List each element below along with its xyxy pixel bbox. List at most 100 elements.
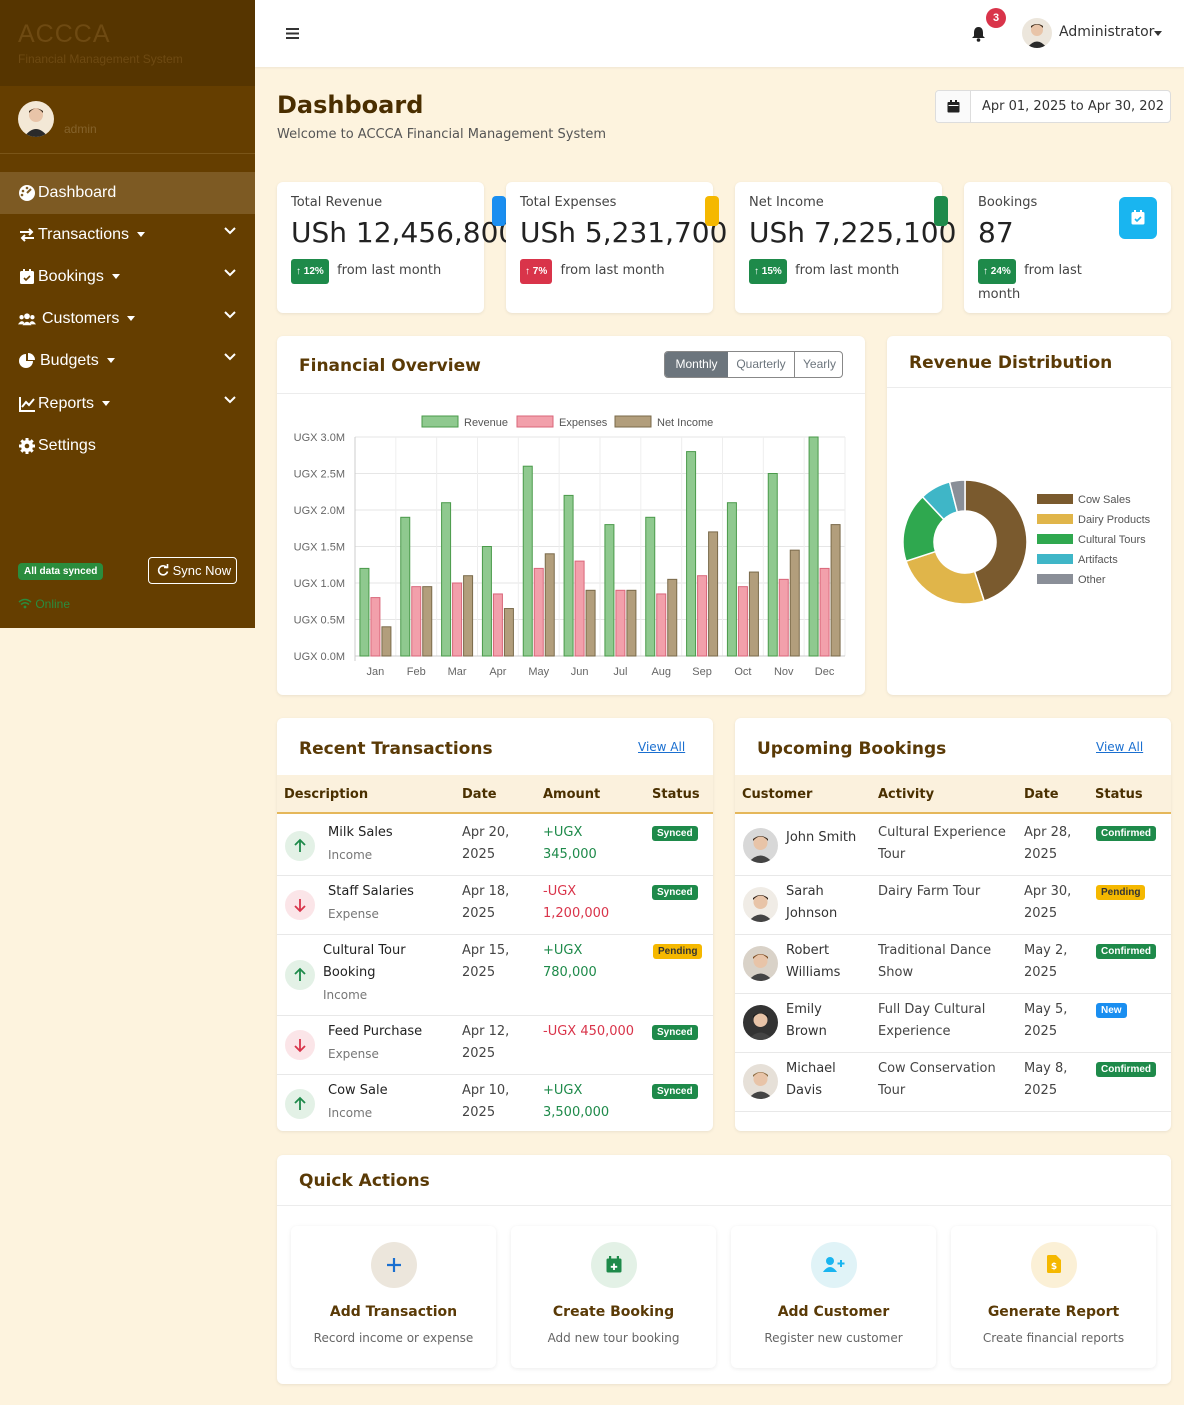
sidebar-item-bookings[interactable]: Bookings xyxy=(0,256,255,298)
bar-net-income xyxy=(789,549,800,657)
transaction-year: 2025 xyxy=(462,1046,496,1061)
date-range-picker[interactable]: Apr 01, 2025 to Apr 30, 202 xyxy=(935,90,1171,123)
y-tick-label: UGX 2.5M xyxy=(294,469,345,481)
legend-label: Revenue xyxy=(464,417,508,429)
booking-date: Apr 28, xyxy=(1024,825,1072,840)
legend-swatch xyxy=(516,415,554,428)
calendar-check-icon xyxy=(1119,197,1157,239)
bar-revenue xyxy=(686,451,697,657)
add-customer-action[interactable]: Add Customer Register new customer xyxy=(731,1226,936,1368)
sidebar-item-label: Budgets xyxy=(40,352,99,369)
status-badge: Confirmed xyxy=(1096,826,1156,841)
bar-expenses xyxy=(370,597,381,657)
menu-toggle-icon[interactable] xyxy=(286,28,299,39)
action-description: Create financial reports xyxy=(982,1331,1125,1345)
bar-revenue xyxy=(400,516,411,657)
customer-name-line2: Williams xyxy=(786,965,841,980)
notification-count-badge: 3 xyxy=(986,8,1006,28)
transaction-amount: +UGX xyxy=(543,943,583,958)
booking-year: 2025 xyxy=(1024,965,1058,980)
customer-name-line2: Brown xyxy=(786,1024,827,1039)
pie-chart-icon xyxy=(705,196,719,226)
add-transaction-action[interactable]: Add Transaction Record income or expense xyxy=(291,1226,496,1368)
column-header: Amount xyxy=(543,787,601,802)
sidebar: ACCCA Financial Management System admin … xyxy=(0,0,255,628)
sidebar-item-dashboard[interactable]: Dashboard xyxy=(0,172,255,214)
svg-text:$: $ xyxy=(1051,1262,1057,1272)
stat-change-text: from last month xyxy=(560,263,665,278)
chevron-down-icon xyxy=(224,311,236,319)
sidebar-item-label: Dashboard xyxy=(38,184,117,201)
users-icon xyxy=(18,313,36,326)
card-title: Upcoming Bookings xyxy=(757,739,947,759)
stat-card-net-income: Net Income USh 7,225,100 ↑ 15% from last… xyxy=(735,182,956,313)
sidebar-item-budgets[interactable]: Budgets xyxy=(0,340,255,382)
bar-expenses xyxy=(737,586,748,657)
booking-activity-line2: Experience xyxy=(878,1024,951,1039)
x-tick-label: Nov xyxy=(774,666,794,678)
action-description: Record income or expense xyxy=(313,1331,474,1345)
exchange-icon xyxy=(20,228,34,242)
arrow-down-icon xyxy=(285,1029,315,1060)
arrow-up-icon xyxy=(285,830,315,861)
calendar-icon xyxy=(947,100,960,113)
column-header: Status xyxy=(652,787,700,802)
legend-swatch xyxy=(1037,574,1073,584)
view-all-transactions-link[interactable]: View All xyxy=(638,740,685,754)
bar-net-income xyxy=(748,571,759,657)
booking-year: 2025 xyxy=(1024,847,1058,862)
stat-value: USh 7,225,100 xyxy=(749,216,957,249)
y-tick-label: UGX 0.5M xyxy=(294,615,345,627)
x-tick-label: Jun xyxy=(571,666,589,678)
stat-label: Total Expenses xyxy=(520,195,617,210)
status-badge: Pending xyxy=(653,944,703,959)
bar-expenses xyxy=(615,589,626,657)
chevron-down-icon xyxy=(224,227,236,235)
bar-net-income xyxy=(830,524,841,657)
legend-swatch xyxy=(614,415,652,428)
bar-revenue xyxy=(726,502,737,657)
transaction-description: Feed Purchase xyxy=(328,1024,423,1039)
brand-header: ACCCA Financial Management System xyxy=(0,0,255,86)
user-menu[interactable]: Administrator xyxy=(1022,18,1182,48)
bar-expenses xyxy=(656,593,667,657)
sync-now-button[interactable]: Sync Now xyxy=(148,557,237,584)
money-icon xyxy=(492,196,506,226)
booking-activity: Dairy Farm Tour xyxy=(878,884,981,899)
line-chart-icon xyxy=(19,397,35,412)
tab-monthly[interactable]: Monthly xyxy=(665,352,728,377)
bar-expenses xyxy=(492,593,503,657)
bar-expenses xyxy=(452,582,463,657)
generate-report-action[interactable]: $ Generate Report Create financial repor… xyxy=(951,1226,1156,1368)
transaction-year: 2025 xyxy=(462,906,496,921)
booking-date: May 2, xyxy=(1024,943,1068,958)
x-tick-label: Sep xyxy=(692,666,712,678)
sidebar-item-settings[interactable]: Settings xyxy=(0,425,255,467)
column-header: Customer xyxy=(742,787,813,802)
chevron-down-icon xyxy=(224,396,236,404)
avatar xyxy=(743,1064,778,1099)
revenue-distribution-card: Revenue Distribution Cow Sales Dairy Prod… xyxy=(887,336,1171,695)
view-all-bookings-link[interactable]: View All xyxy=(1096,740,1143,754)
notifications-button[interactable]: 3 xyxy=(969,8,1006,44)
sidebar-item-customers[interactable]: Customers xyxy=(0,298,255,340)
bar-expenses xyxy=(533,567,544,657)
arrow-up-icon xyxy=(285,959,315,990)
transaction-date: Apr 10, xyxy=(462,1083,510,1098)
tab-yearly[interactable]: Yearly xyxy=(795,352,842,377)
bar-revenue xyxy=(359,567,370,657)
date-range-value: Apr 01, 2025 to Apr 30, 202 xyxy=(982,99,1165,114)
bar-net-income xyxy=(667,578,678,657)
pie-chart-icon xyxy=(19,353,35,368)
tab-quarterly[interactable]: Quarterly xyxy=(728,352,795,377)
page-title: Dashboard xyxy=(277,91,424,119)
booking-activity: Traditional Dance xyxy=(878,943,992,958)
sidebar-item-reports[interactable]: Reports xyxy=(0,383,255,425)
transaction-amount-value: 3,500,000 xyxy=(543,1105,610,1120)
topbar: 3 Administrator xyxy=(255,0,1184,67)
create-booking-action[interactable]: Create Booking Add new tour booking xyxy=(511,1226,716,1368)
sidebar-item-transactions[interactable]: Transactions xyxy=(0,214,255,256)
transaction-amount-value: 780,000 xyxy=(543,965,597,980)
plus-icon xyxy=(387,1258,401,1272)
legend-label: Dairy Products xyxy=(1078,514,1151,526)
